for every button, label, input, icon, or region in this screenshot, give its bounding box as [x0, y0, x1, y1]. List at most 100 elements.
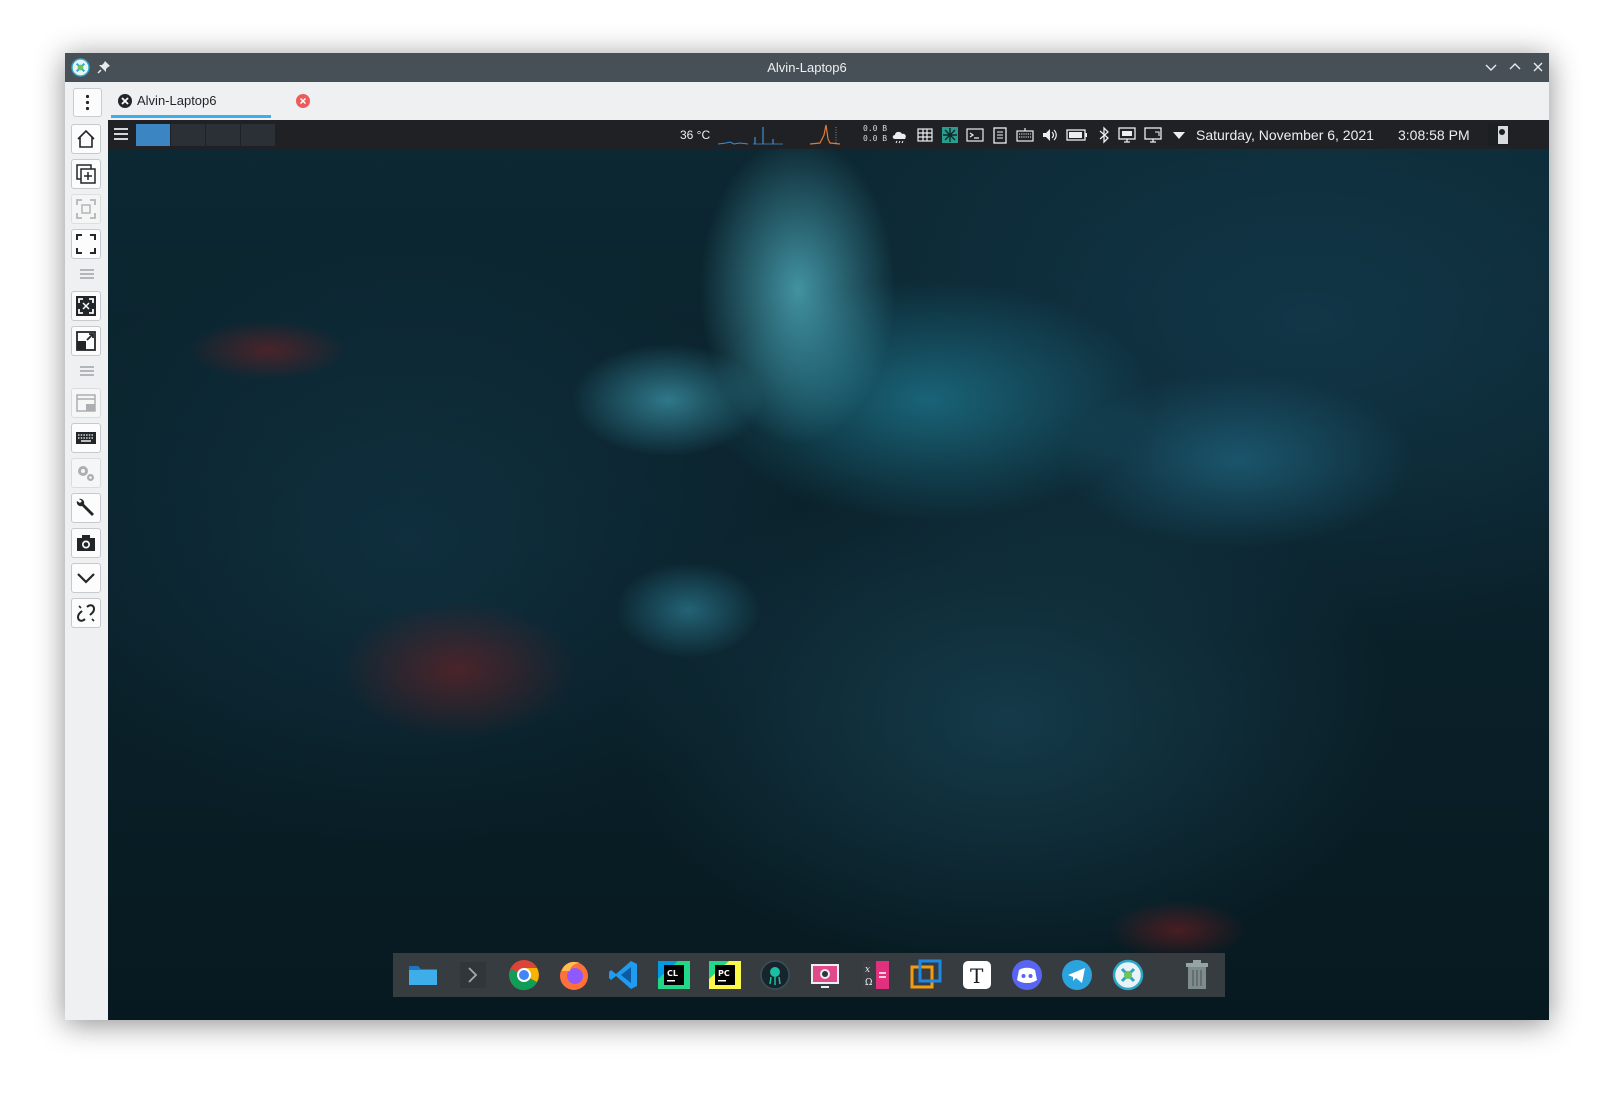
- view-mode-button[interactable]: [71, 388, 101, 418]
- application-menu-icon[interactable]: [113, 127, 129, 141]
- disconnect-button[interactable]: [71, 598, 101, 628]
- chevron-down-icon: [77, 573, 95, 584]
- dock-pycharm[interactable]: PC: [707, 957, 743, 993]
- tab-alvin-laptop6[interactable]: Alvin-Laptop6: [111, 84, 310, 118]
- clion-icon: CL: [658, 961, 690, 989]
- scaled-view-icon: [76, 199, 96, 219]
- disk-graph-icon: [810, 124, 840, 145]
- tools-button[interactable]: [71, 493, 101, 523]
- svg-text:PC: PC: [718, 969, 730, 978]
- panel-date[interactable]: Saturday, November 6, 2021: [1196, 127, 1374, 143]
- screenshot-button[interactable]: [71, 528, 101, 558]
- fit-window-icon: [76, 296, 96, 316]
- cpu-graph-icon: [718, 141, 748, 145]
- network-up: 0.0 B: [863, 124, 888, 133]
- network-icon[interactable]: [941, 126, 959, 144]
- tab-bar: Alvin-Laptop6: [65, 82, 1549, 121]
- window-title: Alvin-Laptop6: [767, 60, 847, 75]
- svg-text:x: x: [865, 965, 870, 975]
- files-icon: [409, 966, 437, 985]
- dock-vscode[interactable]: [606, 957, 642, 993]
- main-menu-button[interactable]: [73, 88, 102, 117]
- typora-icon: T: [963, 961, 991, 989]
- memory-graph-icon: [753, 127, 783, 145]
- pager-desktop-2[interactable]: [171, 124, 205, 146]
- new-window-button[interactable]: [71, 159, 101, 189]
- separator-handle-icon: [80, 366, 94, 376]
- bluetooth-icon[interactable]: [1095, 126, 1113, 144]
- minimize-button[interactable]: [1483, 59, 1499, 75]
- screen-icon[interactable]: [1144, 126, 1162, 144]
- remote-desktop-view[interactable]: 36 °C 0.0 B 0.0 B Saturday, November 6, …: [108, 120, 1549, 1020]
- resize-fit-button[interactable]: [71, 326, 101, 356]
- dock-typora[interactable]: T: [959, 957, 995, 993]
- keyboard-button[interactable]: [71, 423, 101, 453]
- close-button[interactable]: [1530, 59, 1546, 75]
- pager-desktop-1[interactable]: [136, 124, 170, 146]
- pager-desktop-4[interactable]: [241, 124, 275, 146]
- more-options-button[interactable]: [71, 563, 101, 593]
- fullscreen-icon: [76, 234, 96, 254]
- dock-files[interactable]: [405, 957, 441, 993]
- dock-remote-desktop[interactable]: [1110, 957, 1146, 993]
- battery-icon[interactable]: [1066, 126, 1088, 144]
- virtualbox-icon: [910, 959, 942, 989]
- dock-terminal[interactable]: [455, 957, 491, 993]
- gitkraken-icon: [760, 960, 790, 990]
- terminal-icon: [460, 962, 486, 988]
- temperature-readout: 36 °C: [680, 128, 711, 142]
- grid-icon[interactable]: [916, 126, 934, 144]
- dock-telegram[interactable]: [1059, 957, 1095, 993]
- maximize-button[interactable]: [1507, 59, 1523, 75]
- network-speed: 0.0 B 0.0 B: [863, 124, 887, 144]
- dock-clion[interactable]: CL: [656, 957, 692, 993]
- user-avatar[interactable]: [1488, 123, 1510, 146]
- dock-screenshot[interactable]: [807, 957, 843, 993]
- nebula-highlight: [338, 600, 578, 740]
- dock-firefox[interactable]: [556, 957, 592, 993]
- gears-icon: [78, 466, 94, 481]
- remote-host-icon: [118, 94, 132, 108]
- dock-discord[interactable]: [1009, 957, 1045, 993]
- title-bar[interactable]: Alvin-Laptop6: [65, 53, 1549, 82]
- svg-text:Ω: Ω: [865, 978, 872, 988]
- dock-math[interactable]: x Ω: [858, 957, 894, 993]
- dock-trash[interactable]: [1179, 957, 1215, 993]
- fullscreen-button[interactable]: [71, 229, 101, 259]
- home-button[interactable]: [71, 124, 101, 154]
- new-window-icon: [76, 164, 96, 184]
- chrome-icon: [509, 960, 539, 991]
- vscode-icon: [609, 961, 637, 989]
- weather-icon[interactable]: [891, 126, 909, 144]
- tab-label: Alvin-Laptop6: [137, 93, 217, 108]
- svg-text:T: T: [970, 964, 984, 988]
- telegram-icon: [1062, 960, 1092, 990]
- preferences-button[interactable]: [71, 458, 101, 488]
- resize-fit-icon: [76, 331, 96, 351]
- remote-desktop-window: Alvin-Laptop6 Alvin-Laptop6 36 °C 0.0 B …: [65, 53, 1549, 1020]
- clipboard-icon[interactable]: [991, 126, 1009, 144]
- pager-desktop-3[interactable]: [206, 124, 240, 146]
- expand-tray-icon[interactable]: [1170, 126, 1188, 144]
- user-avatar-icon: [1488, 123, 1510, 146]
- remote-desktop-icon: [1112, 959, 1144, 991]
- toolbar-sidebar: [65, 120, 108, 1020]
- svg-text:CL: CL: [667, 969, 678, 978]
- tab-close-icon[interactable]: [295, 93, 311, 109]
- remote-top-panel: 36 °C 0.0 B 0.0 B Saturday, November 6, …: [108, 120, 1549, 149]
- dock-gitkraken[interactable]: [757, 957, 793, 993]
- math-icon: x Ω: [863, 961, 889, 989]
- panel-time[interactable]: 3:08:58 PM: [1398, 127, 1470, 143]
- terminal-icon[interactable]: [966, 126, 984, 144]
- volume-icon[interactable]: [1041, 126, 1059, 144]
- dock-virtualbox[interactable]: [908, 957, 944, 993]
- fit-window-button[interactable]: [71, 291, 101, 321]
- kebab-menu-icon: [85, 94, 90, 111]
- display-icon[interactable]: [1118, 126, 1136, 144]
- application-dock: CL PC x Ω T: [393, 953, 1225, 997]
- screenshot-icon: [811, 964, 839, 988]
- scaled-view-button[interactable]: [71, 194, 101, 224]
- nebula-highlight: [1108, 900, 1248, 960]
- dock-chrome[interactable]: [506, 957, 542, 993]
- keyboard-layout-icon[interactable]: [1016, 126, 1034, 144]
